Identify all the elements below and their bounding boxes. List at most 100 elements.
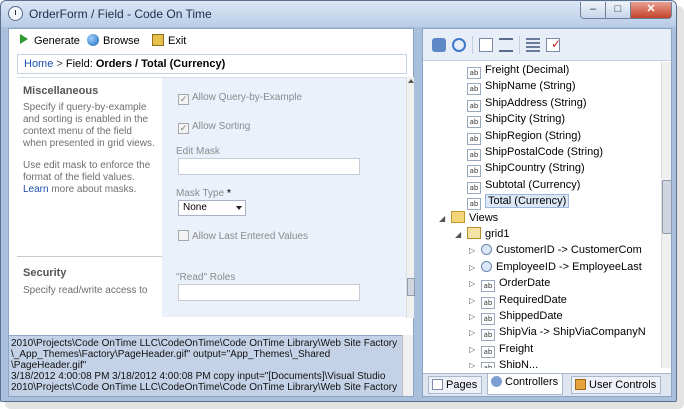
read-roles-input[interactable] — [178, 284, 360, 301]
breadcrumb-home-link[interactable]: Home — [24, 58, 53, 70]
field-icon: ab — [467, 67, 481, 79]
allow-sorting-checkbox[interactable]: ✓ Allow Sorting — [178, 120, 250, 134]
tree-node[interactable]: ab ShipRegion (String) — [467, 128, 581, 145]
tree-node[interactable]: ▷ ab ShippedDate — [469, 308, 563, 325]
expand-icon[interactable]: ▷ — [469, 243, 478, 259]
tree-node[interactable]: ab Freight (Decimal) — [467, 62, 569, 79]
refresh-icon[interactable] — [452, 38, 466, 52]
tree-node-label: ShipRegion (String) — [485, 129, 581, 142]
check-icon: ✓ — [178, 94, 189, 105]
collapse-icon[interactable]: ◢ — [455, 227, 464, 243]
scroll-thumb[interactable] — [407, 278, 415, 296]
tree-node[interactable]: ▷ EmployeeID -> EmployeeLast — [469, 259, 642, 275]
field-icon: ab — [467, 99, 481, 112]
maximize-button[interactable]: □ — [605, 2, 631, 19]
tree-node[interactable]: ab ShipName (String) — [467, 78, 575, 96]
mask-type-label: Mask Type * — [176, 188, 231, 199]
expand-icon[interactable]: ▷ — [469, 358, 478, 368]
expand-icon[interactable]: ▷ — [469, 342, 478, 358]
learn-link[interactable]: Learn — [23, 184, 49, 195]
project-explorer: abFreight (Decimal)abShipName (String)ab… — [422, 28, 672, 397]
output-log: 2010\Projects\Code OnTime LLC\CodeOnTime… — [9, 335, 413, 396]
allow-last-entered-checkbox[interactable]: Allow Last Entered Values — [178, 230, 308, 244]
explorer-toolbar — [423, 29, 671, 61]
chevron-down-icon — [236, 206, 242, 210]
field-icon: ab — [481, 362, 495, 368]
tab-user-controls-label: User Controls — [589, 379, 657, 391]
globe-icon — [87, 34, 99, 46]
tree-node[interactable]: ab ShipPostalCode (String) — [467, 144, 603, 161]
tree-scrollbar[interactable] — [661, 62, 672, 368]
tab-user-controls[interactable]: User Controls — [571, 376, 662, 394]
tree-node[interactable]: ab Subtotal (Currency) — [467, 177, 581, 194]
log-scrollbar[interactable] — [402, 335, 413, 396]
checkbox-empty-icon — [178, 230, 189, 241]
edit-mask-label: Edit Mask — [176, 146, 220, 157]
sync-icon[interactable] — [432, 38, 446, 52]
edit-mask-input[interactable] — [178, 158, 360, 175]
app-window: OrderForm / Field - Code On Time – □ ✕ G… — [0, 0, 677, 402]
tree-node-label: ShipCity (String) — [485, 113, 566, 126]
field-icon: ab — [481, 296, 495, 309]
security-description: Specify read/write access to — [23, 285, 148, 296]
exit-button[interactable]: Exit — [152, 33, 186, 49]
expand-icon[interactable]: ▷ — [469, 325, 478, 341]
misc-description: Specify if query-by-example and sorting … — [23, 102, 155, 149]
breadcrumb-field-prefix: Field: — [65, 58, 96, 70]
tree-node-label: ShipAddress (String) — [485, 96, 587, 109]
tree-node[interactable]: ▷ ab OrderDate — [469, 275, 550, 293]
list-icon[interactable] — [526, 38, 540, 52]
tree-node[interactable]: ▷ab ShipN... — [469, 357, 538, 368]
tab-pages[interactable]: Pages — [428, 376, 483, 394]
tab-controllers[interactable]: Controllers — [487, 374, 564, 395]
expand-icon[interactable]: ▷ — [469, 260, 478, 276]
tree-node[interactable]: ab ShipCountry (String) — [467, 160, 585, 178]
scroll-thumb[interactable] — [662, 180, 672, 234]
tree-node[interactable]: ▷ CustomerID -> CustomerCom — [469, 242, 642, 258]
lookup-icon — [481, 260, 492, 272]
tab-pages-label: Pages — [446, 379, 478, 391]
tree-node-label: ShipVia -> ShipViaCompanyN — [499, 326, 646, 339]
tree-node-label: Freight — [499, 342, 534, 355]
expand-icon[interactable]: ▷ — [469, 276, 478, 292]
close-button[interactable]: ✕ — [630, 2, 672, 19]
scroll-up-icon[interactable] — [408, 79, 414, 83]
form-scrollbar[interactable] — [406, 77, 415, 318]
folder-icon — [451, 210, 465, 223]
tree-node[interactable]: ▷ ab ShipVia -> ShipViaCompanyN — [469, 324, 646, 342]
tree-node[interactable]: ab Total (Currency) — [467, 193, 570, 211]
browse-label: Browse — [103, 35, 140, 47]
new-item-icon[interactable] — [479, 38, 493, 52]
tree-node[interactable]: ab ShipCity (String) — [467, 111, 566, 129]
tree-node[interactable]: ▷ ab RequiredDate — [469, 292, 567, 309]
mask-type-select[interactable]: None — [178, 200, 246, 216]
validate-icon[interactable] — [546, 37, 561, 52]
tree-node-label: Subtotal (Currency) — [485, 178, 581, 191]
generate-button[interactable]: Generate — [20, 33, 80, 49]
tree-node[interactable]: ab ShipAddress (String) — [467, 95, 587, 112]
allow-qbe-checkbox[interactable]: ✓ Allow Query-by-Example — [178, 91, 302, 105]
lookup-icon — [481, 244, 492, 256]
grid-icon — [467, 227, 481, 239]
expand-icon[interactable]: ▷ — [469, 309, 478, 325]
generate-label: Generate — [34, 35, 80, 47]
properties-icon[interactable] — [499, 38, 513, 52]
tree-node-label: grid1 — [485, 228, 510, 240]
read-roles-label: "Read" Roles — [176, 272, 236, 283]
tree-node-label: RequiredDate — [499, 293, 567, 306]
breadcrumb: Home > Field: Orders / Total (Currency) — [17, 54, 407, 74]
title-bar[interactable]: OrderForm / Field - Code On Time – □ ✕ — [1, 1, 676, 27]
expand-icon[interactable]: ▷ — [469, 293, 478, 309]
tree-node[interactable]: ◢ grid1 — [455, 226, 509, 242]
tree-node[interactable]: ◢ Views — [439, 210, 498, 226]
minimize-button[interactable]: – — [580, 2, 606, 19]
browse-button[interactable]: Browse — [87, 33, 140, 49]
play-icon — [20, 34, 28, 44]
field-icon: ab — [481, 345, 495, 358]
mask-type-value: None — [183, 202, 207, 213]
tree-node[interactable]: ▷ ab Freight — [469, 341, 534, 358]
field-icon: ab — [467, 83, 481, 96]
field-icon: ab — [481, 280, 495, 293]
allow-sorting-label: Allow Sorting — [192, 121, 251, 132]
collapse-icon[interactable]: ◢ — [439, 211, 448, 227]
